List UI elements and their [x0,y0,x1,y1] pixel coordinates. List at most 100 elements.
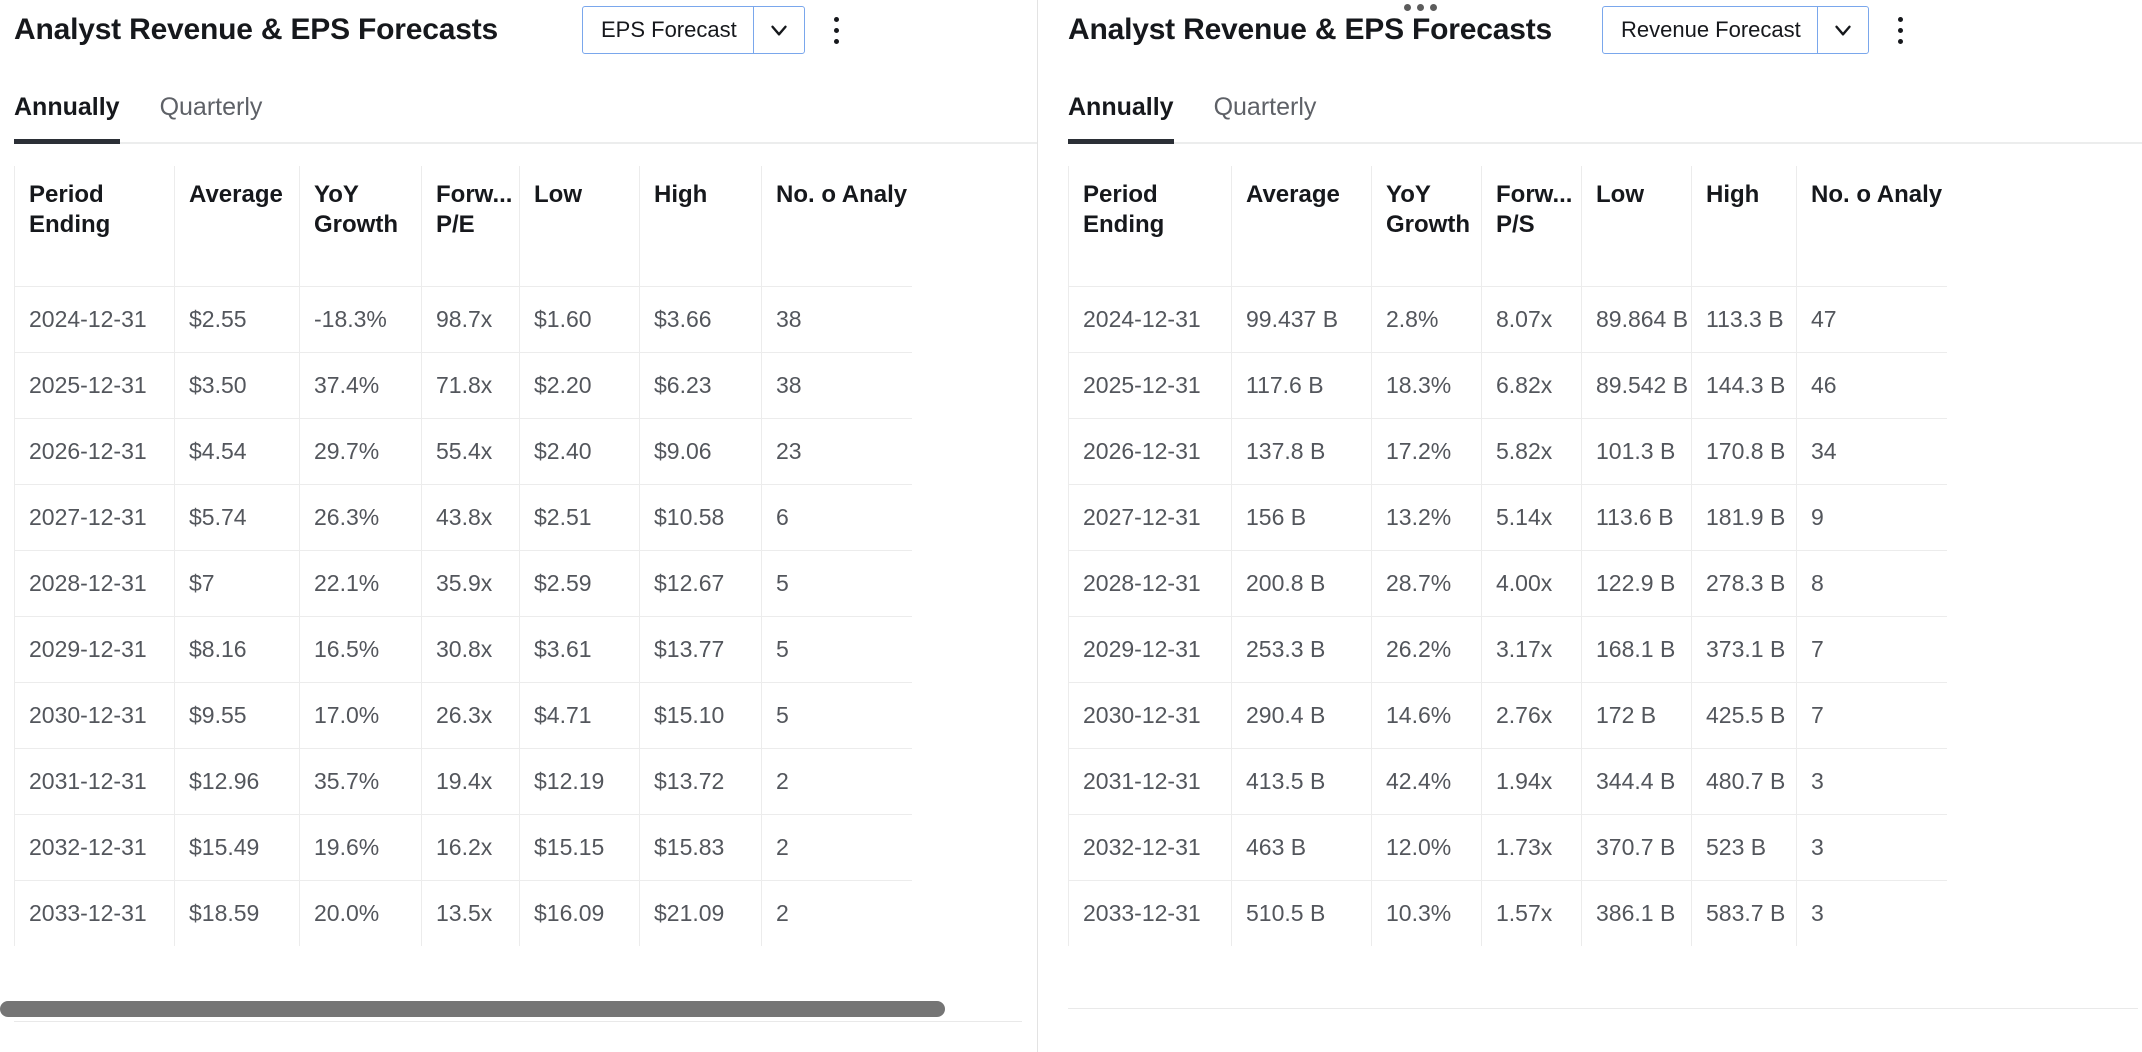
column-header-yoy-growth[interactable]: YoY Growth [299,166,422,287]
cell-forward-multiple: 98.7x [421,286,520,353]
cell-forward-multiple: 3.17x [1481,616,1582,683]
column-header-high[interactable]: High [1691,166,1797,287]
tab-quarterly[interactable]: Quarterly [160,93,263,144]
cell-yoy-growth: 26.3% [299,484,422,551]
cell-low: $2.51 [519,484,640,551]
cell-low: $1.60 [519,286,640,353]
column-header-average[interactable]: Average [1231,166,1372,287]
cell-yoy-growth: 13.2% [1371,484,1482,551]
cell-low: $4.71 [519,682,640,749]
cell-period-ending: 2031-12-31 [14,748,175,815]
cell-high: $13.72 [639,748,762,815]
column-header-period-ending[interactable]: Period Ending [1068,166,1232,287]
kebab-menu-icon[interactable] [1881,6,1921,54]
kebab-menu-icon[interactable] [817,6,857,54]
ellipsis-horizontal-icon[interactable] [1404,4,1437,11]
cell-no-of-analysts: 38 [761,286,912,353]
cell-yoy-growth: 42.4% [1371,748,1482,815]
cell-no-of-analysts: 3 [1796,748,1947,815]
page-title: Analyst Revenue & EPS Forecasts [14,13,498,46]
column-header-average[interactable]: Average [174,166,300,287]
cell-average: $7 [174,550,300,617]
cell-forward-multiple: 16.2x [421,814,520,881]
forecast-type-select[interactable]: Revenue Forecast [1602,6,1869,54]
table-body: 2024-12-31 $2.55 -18.3% 98.7x $1.60 $3.66 38 20… [14,286,912,946]
column-header-forward-ps[interactable]: Forw... P/S [1481,166,1582,287]
cell-period-ending: 2025-12-31 [14,352,175,419]
cell-yoy-growth: 17.2% [1371,418,1482,485]
forecast-type-select[interactable]: EPS Forecast [582,6,805,54]
cell-no-of-analysts: 2 [761,814,912,881]
panel-bottom-divider [14,1021,1022,1022]
horizontal-scrollbar[interactable] [0,1000,1022,1018]
cell-no-of-analysts: 5 [761,682,912,749]
cell-average: 510.5 B [1231,880,1372,946]
cell-forward-multiple: 43.8x [421,484,520,551]
cell-average: 137.8 B [1231,418,1372,485]
cell-yoy-growth: 17.0% [299,682,422,749]
cell-high: $12.67 [639,550,762,617]
column-header-forward-pe[interactable]: Forw... P/E [421,166,520,287]
column-header-period-ending[interactable]: Period Ending [14,166,175,287]
scrollbar-thumb[interactable] [0,1001,945,1017]
cell-period-ending: 2026-12-31 [1068,418,1232,485]
cell-average: $2.55 [174,286,300,353]
table-body: 2024-12-31 99.437 B 2.8% 8.07x 89.864 B 113.3… [1068,286,1947,946]
cell-no-of-analysts: 8 [1796,550,1947,617]
tab-annually[interactable]: Annually [14,93,120,144]
table-row: 2025-12-31 117.6 B 18.3% 6.82x 89.542 B 144.3… [1068,352,1947,419]
cell-average: $4.54 [174,418,300,485]
table-row: 2032-12-31 $15.49 19.6% 16.2x $15.15 $15.83 2 [14,814,912,881]
cell-period-ending: 2027-12-31 [1068,484,1232,551]
cell-average: $9.55 [174,682,300,749]
cell-low: $15.15 [519,814,640,881]
forecast-type-select-value: EPS Forecast [601,17,737,42]
period-tabs: Annually Quarterly [14,58,1037,144]
cell-high: 373.1 B [1691,616,1797,683]
column-header-low[interactable]: Low [1581,166,1692,287]
column-header-high[interactable]: High [639,166,762,287]
cell-period-ending: 2027-12-31 [14,484,175,551]
cell-high: 480.7 B [1691,748,1797,815]
kebab-dot [834,27,840,33]
cell-no-of-analysts: 47 [1796,286,1947,353]
column-header-no-of-analysts[interactable]: No. o Analy [1796,166,1947,287]
forecast-type-select-value: Revenue Forecast [1621,17,1801,42]
cell-low: $3.61 [519,616,640,683]
table-row: 2028-12-31 $7 22.1% 35.9x $2.59 $12.67 5 [14,550,912,617]
column-header-yoy-growth[interactable]: YoY Growth [1371,166,1482,287]
chevron-down-icon[interactable] [1816,7,1868,53]
cell-period-ending: 2032-12-31 [14,814,175,881]
cell-no-of-analysts: 9 [1796,484,1947,551]
cell-forward-multiple: 1.73x [1481,814,1582,881]
cell-yoy-growth: 14.6% [1371,682,1482,749]
kebab-dot [1898,27,1904,33]
cell-no-of-analysts: 2 [761,748,912,815]
cell-high: $10.58 [639,484,762,551]
cell-period-ending: 2025-12-31 [1068,352,1232,419]
chevron-down-icon[interactable] [752,7,804,53]
table-row: 2026-12-31 137.8 B 17.2% 5.82x 101.3 B 170.8 … [1068,418,1947,485]
cell-yoy-growth: 22.1% [299,550,422,617]
cell-high: 278.3 B [1691,550,1797,617]
cell-period-ending: 2028-12-31 [1068,550,1232,617]
tab-quarterly[interactable]: Quarterly [1214,93,1317,144]
cell-no-of-analysts: 5 [761,616,912,683]
cell-yoy-growth: 26.2% [1371,616,1482,683]
table-row: 2027-12-31 $5.74 26.3% 43.8x $2.51 $10.58 6 [14,484,912,551]
table-row: 2026-12-31 $4.54 29.7% 55.4x $2.40 $9.06 23 [14,418,912,485]
table-row: 2028-12-31 200.8 B 28.7% 4.00x 122.9 B 278.3 … [1068,550,1947,617]
column-header-no-of-analysts[interactable]: No. o Analy [761,166,912,287]
page-title: Analyst Revenue & EPS Forecasts [1068,13,1552,46]
cell-forward-multiple: 30.8x [421,616,520,683]
table-row: 2024-12-31 $2.55 -18.3% 98.7x $1.60 $3.66 38 [14,286,912,353]
cell-average: 290.4 B [1231,682,1372,749]
tab-annually[interactable]: Annually [1068,93,1174,144]
cell-forward-multiple: 4.00x [1481,550,1582,617]
revenue-forecast-table: Period Ending Average YoY Growth Forw...… [1068,166,1947,946]
cell-yoy-growth: 19.6% [299,814,422,881]
cell-yoy-growth: 37.4% [299,352,422,419]
column-header-low[interactable]: Low [519,166,640,287]
cell-average: $15.49 [174,814,300,881]
cell-period-ending: 2024-12-31 [14,286,175,353]
